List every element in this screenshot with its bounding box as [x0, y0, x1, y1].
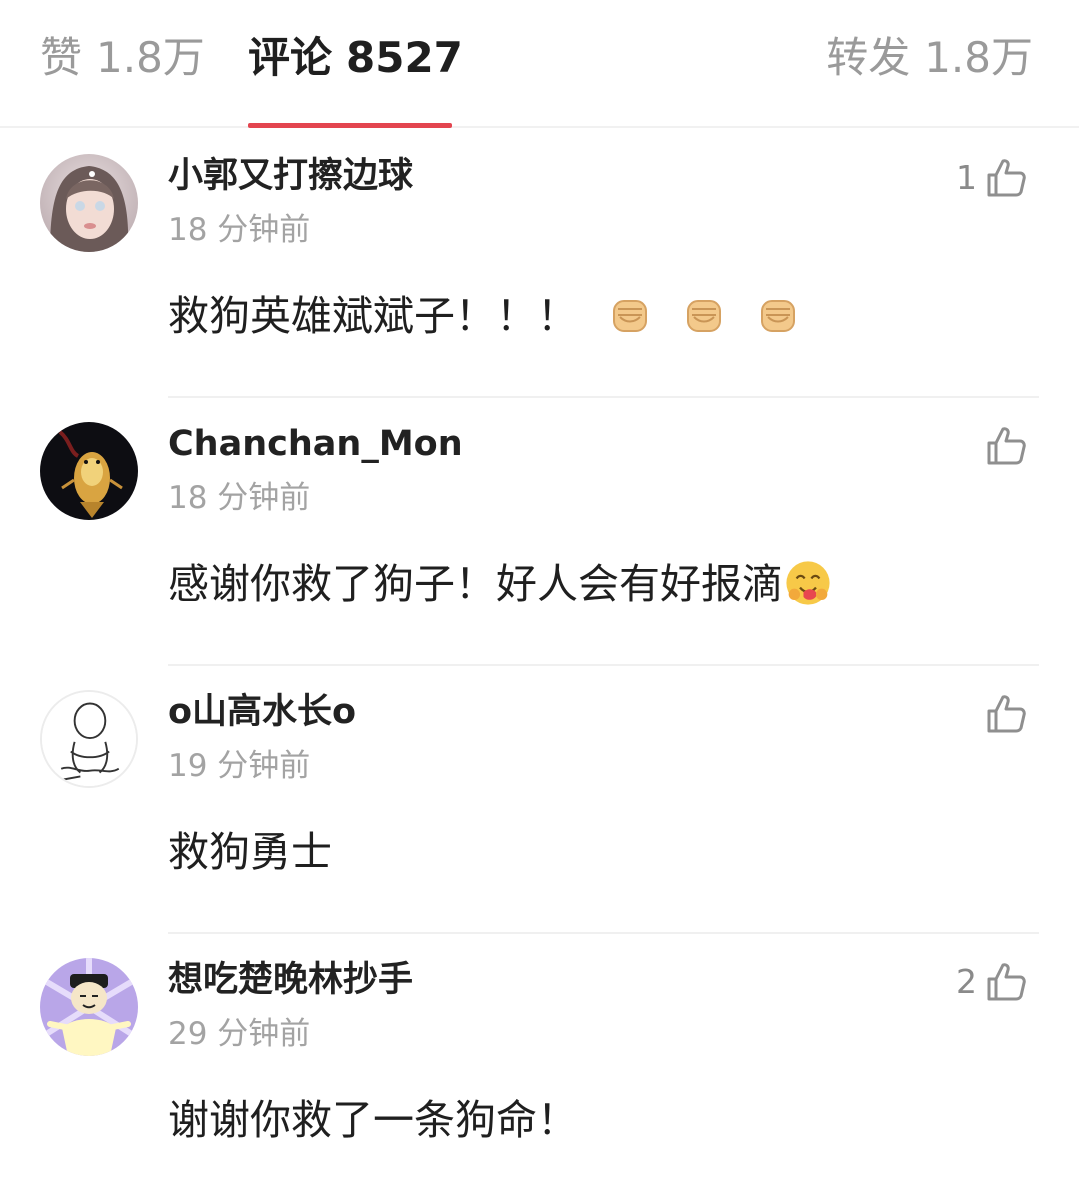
tab-likes-label: 赞	[40, 33, 83, 82]
comment-text-row: 救狗英雄斌斌子！！！	[168, 288, 800, 344]
like-button[interactable]	[977, 692, 1027, 736]
comment-text: 救狗勇士	[168, 828, 332, 876]
comment-text-row: 谢谢你救了一条狗命！	[168, 1092, 578, 1148]
sketch-person-avatar-image	[42, 692, 136, 786]
like-button[interactable]	[977, 424, 1027, 468]
tab-reposts[interactable]: 转发 1.8万	[826, 32, 1033, 84]
tab-comments-count: 8527	[346, 33, 463, 82]
tab-reposts-label: 转发	[826, 33, 911, 82]
thumbs-up-icon	[987, 963, 1026, 1001]
comment-item: 想吃楚晚林抄手 29 分钟前 2 谢谢你救了一条狗命！	[0, 934, 1079, 1202]
fist-emoji	[756, 293, 800, 337]
comment-username[interactable]: o山高水长o	[168, 690, 356, 734]
avatar[interactable]	[40, 154, 138, 252]
comment-timestamp: 18 分钟前	[168, 212, 311, 248]
comment-item: Chanchan_Mon 18 分钟前 感谢你救了狗子！好人会有好报滴	[0, 398, 1079, 666]
comment-username[interactable]: Chanchan_Mon	[168, 422, 463, 466]
thumbs-up-icon	[987, 159, 1026, 197]
comment-item: o山高水长o 19 分钟前 救狗勇士	[0, 666, 1079, 934]
tab-likes[interactable]: 赞 1.8万	[40, 32, 205, 84]
comment-username[interactable]: 想吃楚晚林抄手	[168, 958, 413, 1002]
hugging-face-emoji	[783, 558, 833, 608]
comment-username[interactable]: 小郭又打擦边球	[168, 154, 413, 198]
girl-photo-avatar-image	[40, 154, 138, 252]
comment-timestamp: 19 分钟前	[168, 748, 311, 784]
like-button[interactable]: 2	[956, 960, 1027, 1004]
tab-likes-count: 1.8万	[96, 33, 205, 82]
avatar[interactable]	[40, 422, 138, 520]
comment-text: 救狗英雄斌斌子！！！	[168, 292, 578, 340]
active-tab-indicator	[248, 123, 452, 128]
comment-text: 谢谢你救了一条狗命！	[168, 1096, 578, 1144]
like-button[interactable]: 1	[956, 156, 1027, 200]
like-count: 1	[956, 158, 977, 197]
like-count: 2	[956, 962, 977, 1001]
comment-item: 小郭又打擦边球 18 分钟前 1 救狗英雄斌斌子！！！	[0, 130, 1079, 398]
thumbs-up-icon	[987, 695, 1026, 733]
tab-reposts-count: 1.8万	[924, 33, 1033, 82]
avatar[interactable]	[40, 690, 138, 788]
comment-text-row: 救狗勇士	[168, 824, 332, 880]
tab-comments[interactable]: 评论 8527	[248, 32, 463, 84]
comment-tab-bar: 赞 1.8万 评论 8527 转发 1.8万	[0, 0, 1079, 128]
thumbs-up-icon	[987, 427, 1026, 465]
tab-comments-label: 评论	[248, 33, 333, 82]
comment-text-row: 感谢你救了狗子！好人会有好报滴	[168, 556, 833, 612]
comment-timestamp: 18 分钟前	[168, 480, 311, 516]
comment-timestamp: 29 分钟前	[168, 1016, 311, 1052]
koi-fish-avatar-image	[40, 422, 138, 520]
fist-emoji	[682, 293, 726, 337]
comment-text: 感谢你救了狗子！好人会有好报滴	[168, 560, 783, 608]
fist-emoji	[608, 293, 652, 337]
cartoon-meme-avatar-image	[40, 958, 138, 1056]
avatar[interactable]	[40, 958, 138, 1056]
